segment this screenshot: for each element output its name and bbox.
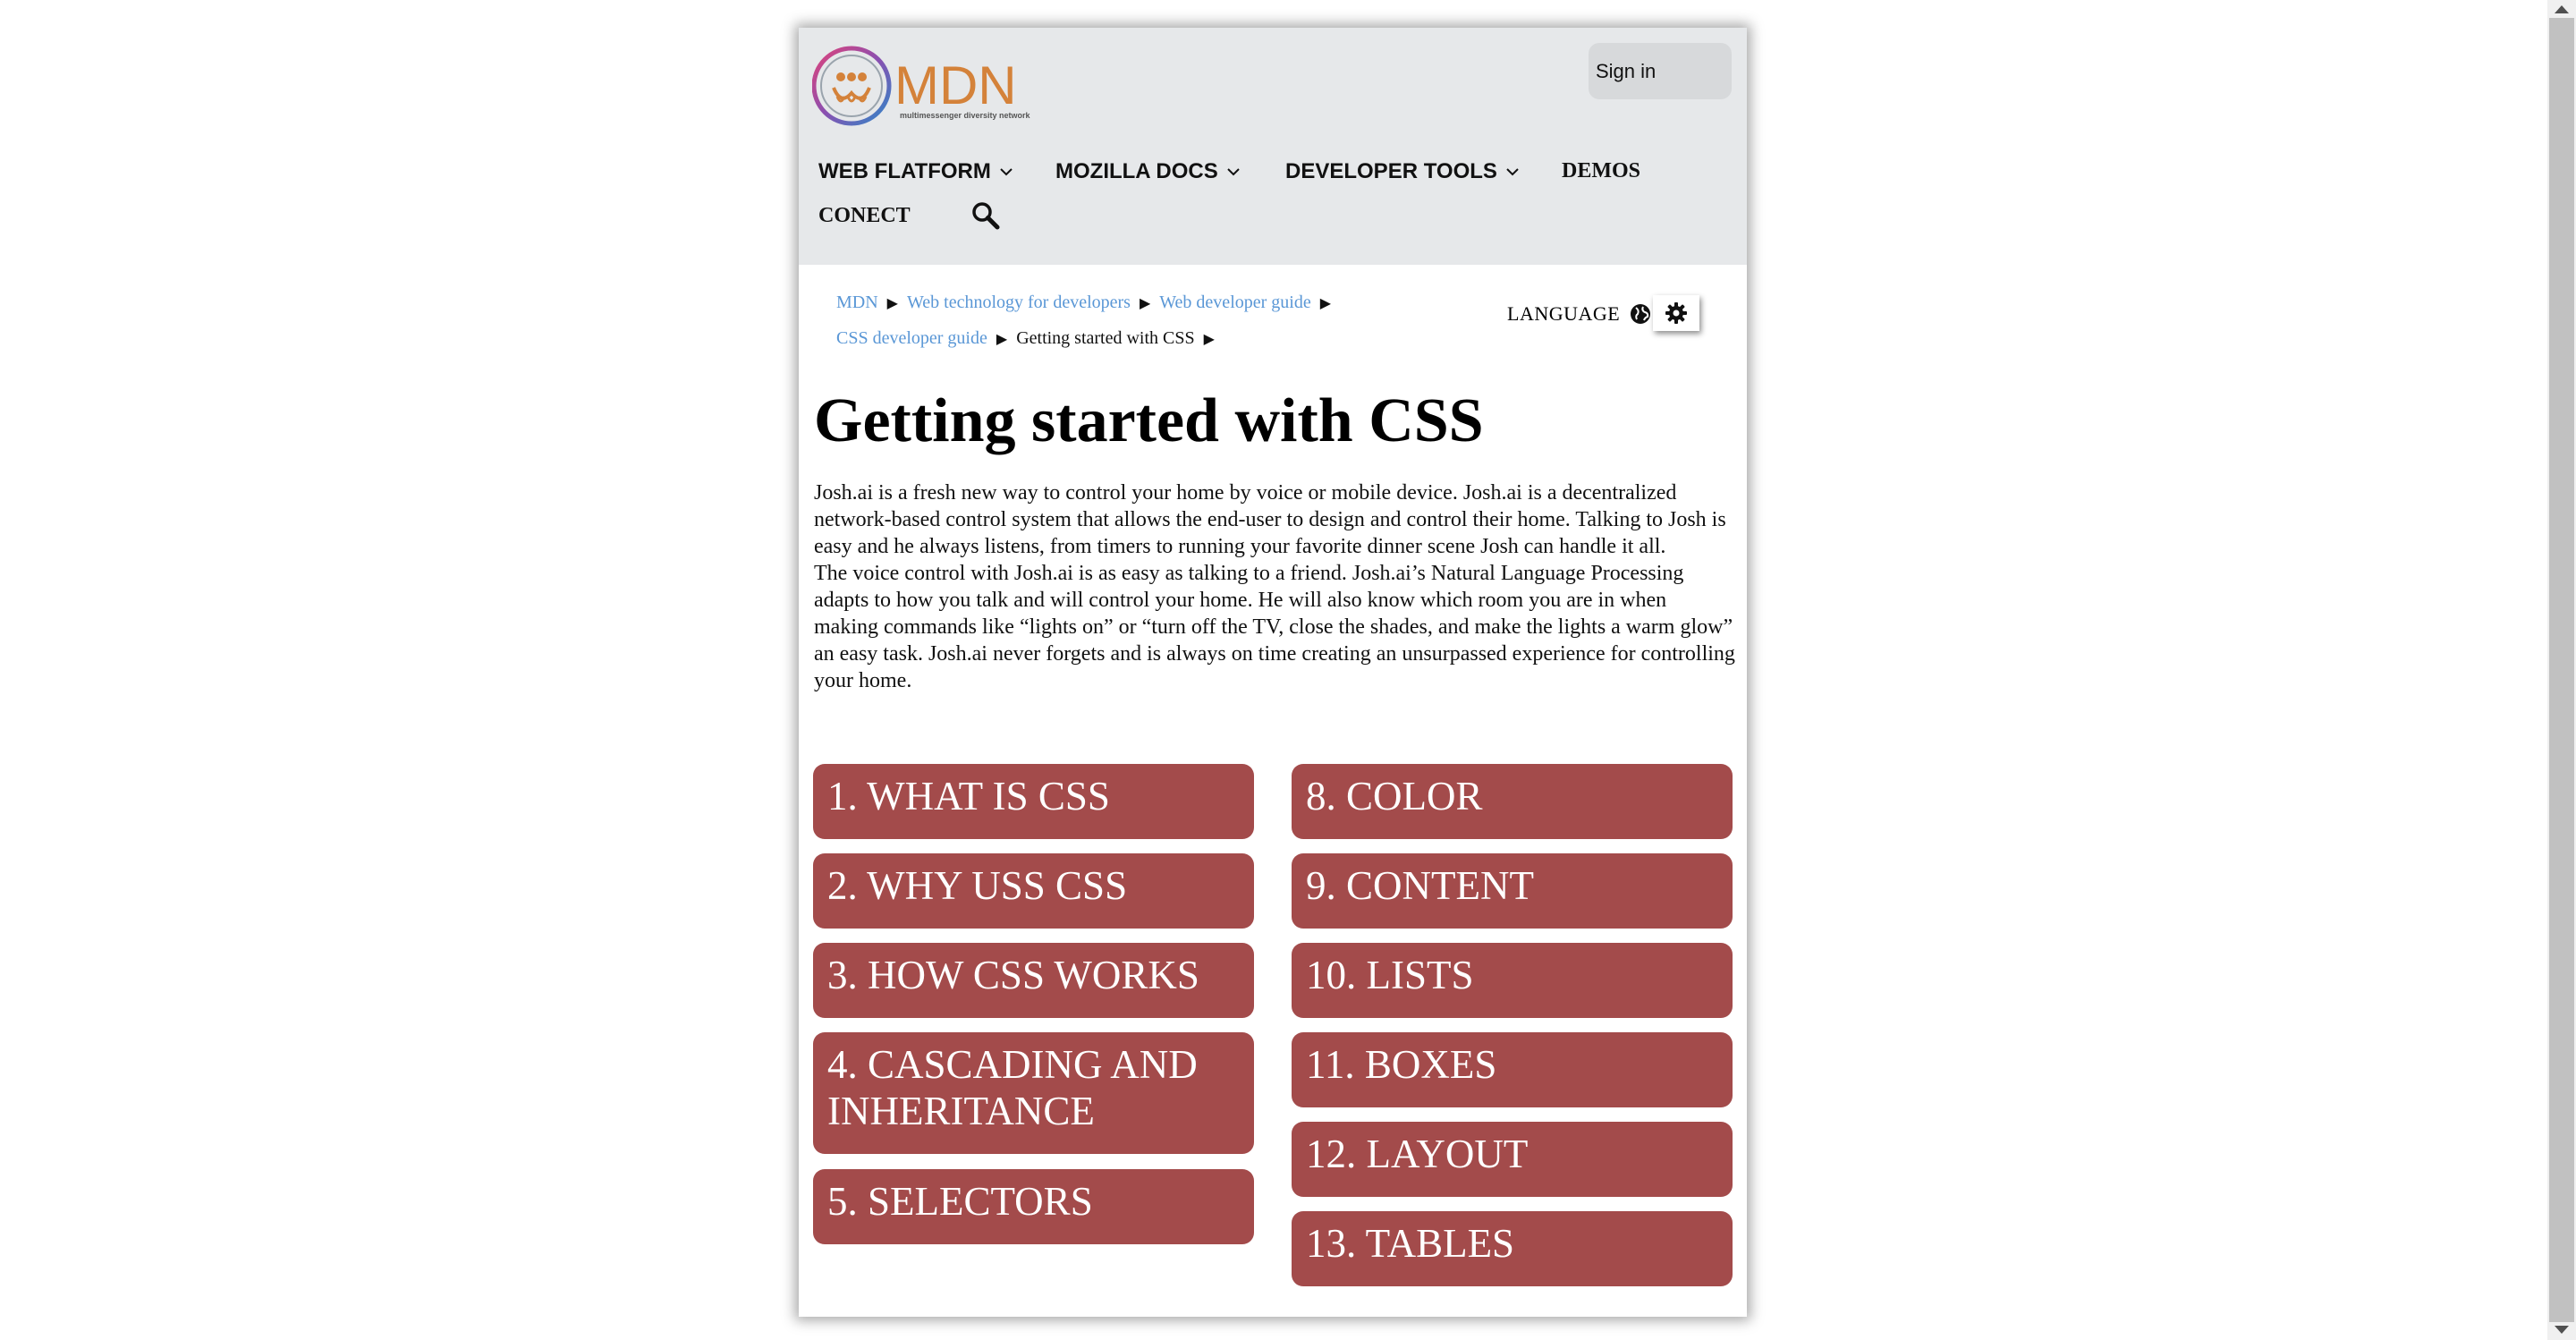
globe-icon — [1631, 304, 1651, 324]
logo-graphic: MDN multimessenger diversity network — [812, 46, 1031, 126]
svg-text:MDN: MDN — [894, 55, 1017, 115]
page-title: Getting started with CSS — [814, 386, 1484, 455]
nav-label: CONECT — [818, 204, 911, 227]
mdn-logo[interactable]: MDN multimessenger diversity network — [812, 43, 1054, 129]
scroll-down-arrow-icon[interactable] — [2555, 1326, 2569, 1334]
chevron-down-icon — [1000, 168, 1013, 176]
scroll-up-arrow-icon[interactable] — [2555, 5, 2569, 13]
sign-in-button[interactable]: Sign in — [1589, 43, 1732, 99]
language-selector[interactable]: LANGUAGE — [1507, 302, 1652, 326]
gear-icon — [1665, 302, 1687, 324]
topic-card[interactable]: 8. COLOR — [1292, 764, 1733, 839]
intro-paragraph-1: Josh.ai is a fresh new way to control yo… — [814, 481, 1726, 558]
topic-card[interactable]: 9. CONTENT — [1292, 853, 1733, 929]
topic-card[interactable]: 5. SELECTORS — [813, 1169, 1254, 1244]
scrollbar-thumb[interactable] — [2549, 18, 2574, 1322]
breadcrumb-separator: ▶ — [1203, 331, 1215, 347]
nav-conect[interactable]: CONECT — [818, 204, 911, 228]
breadcrumb: MDN ▶ Web technology for developers ▶ We… — [836, 293, 1331, 313]
topic-card[interactable]: 3. HOW CSS WORKS — [813, 943, 1254, 1018]
nav-label: WEB FLATFORM — [818, 159, 991, 183]
nav-label: MOZILLA DOCS — [1055, 159, 1218, 183]
topic-card[interactable]: 13. TABLES — [1292, 1211, 1733, 1286]
nav-developer-tools[interactable]: DEVELOPER TOOLS — [1285, 159, 1521, 184]
topic-card[interactable]: 2. WHY USS CSS — [813, 853, 1254, 929]
language-label: LANGUAGE — [1507, 302, 1621, 325]
nav-label: DEVELOPER TOOLS — [1285, 159, 1497, 183]
page-container: MDN multimessenger diversity network Sig… — [799, 28, 1747, 1317]
nav-label: DEMOS — [1562, 159, 1641, 182]
intro-text: Josh.ai is a fresh new way to control yo… — [814, 479, 1735, 694]
nav-web-flatform[interactable]: WEB FLATFORM — [818, 159, 1014, 184]
breadcrumb-current: Getting started with CSS — [1016, 328, 1195, 348]
search-icon[interactable] — [970, 200, 1001, 231]
site-header: MDN multimessenger diversity network Sig… — [799, 28, 1747, 265]
topic-card[interactable]: 4. CASCADING AND INHERITANCE — [813, 1032, 1254, 1154]
breadcrumb-link-mdn[interactable]: MDN — [836, 293, 878, 313]
nav-demos[interactable]: DEMOS — [1562, 159, 1640, 183]
breadcrumb-link-css-developer-guide[interactable]: CSS developer guide — [836, 328, 987, 349]
breadcrumb-separator: ▶ — [886, 295, 898, 311]
chevron-down-icon — [1227, 168, 1240, 176]
topic-card[interactable]: 10. LISTS — [1292, 943, 1733, 1018]
breadcrumb-line-2: CSS developer guide ▶ Getting started wi… — [836, 328, 1215, 349]
topic-card[interactable]: 11. BOXES — [1292, 1032, 1733, 1107]
topic-card[interactable]: 1. WHAT IS CSS — [813, 764, 1254, 839]
breadcrumb-separator: ▶ — [1139, 295, 1151, 311]
breadcrumb-separator: ▶ — [1319, 295, 1332, 311]
svg-text:multimessenger diversity netwo: multimessenger diversity network — [900, 111, 1031, 120]
nav-mozilla-docs[interactable]: MOZILLA DOCS — [1055, 159, 1241, 184]
intro-paragraph-2: The voice control with Josh.ai is as eas… — [814, 562, 1735, 692]
breadcrumb-link-web-technology[interactable]: Web technology for developers — [907, 293, 1131, 313]
chevron-down-icon — [1506, 168, 1519, 176]
topic-card[interactable]: 12. LAYOUT — [1292, 1122, 1733, 1197]
breadcrumb-link-web-developer-guide[interactable]: Web developer guide — [1159, 293, 1310, 313]
settings-button[interactable] — [1653, 295, 1699, 331]
breadcrumb-separator: ▶ — [996, 331, 1008, 347]
